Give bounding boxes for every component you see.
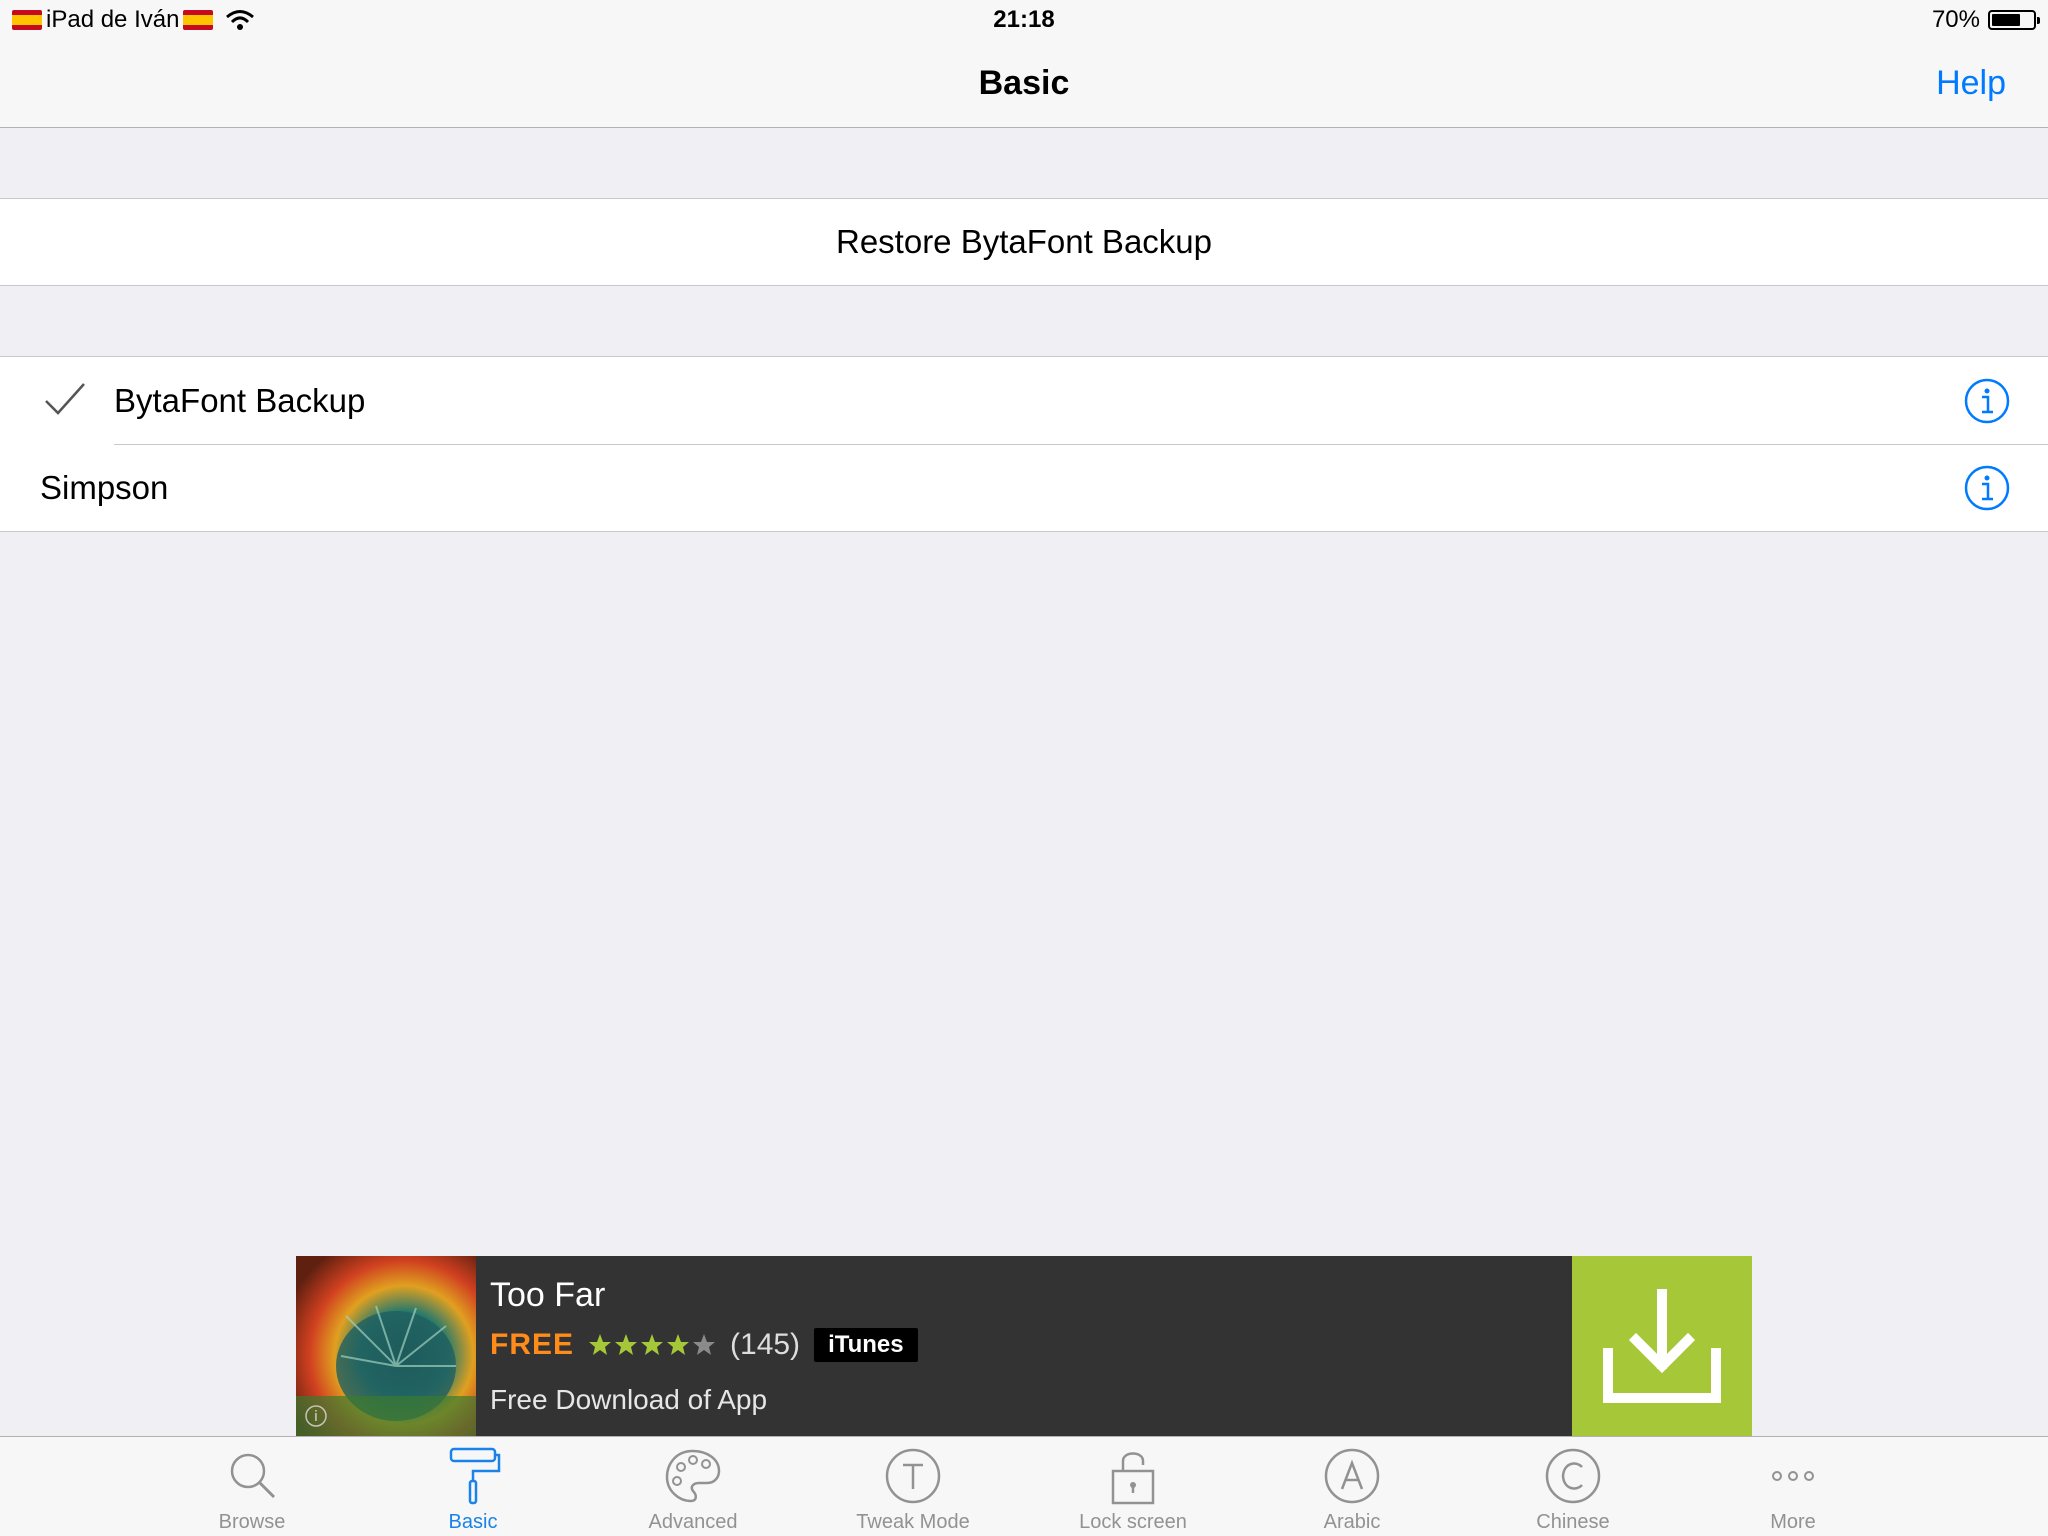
ad-meta: FREE (145) iTunes	[490, 1328, 918, 1362]
checkmark-icon	[45, 383, 85, 415]
tab-label: Basic	[448, 1511, 498, 1533]
font-item-simpson[interactable]: Simpson	[0, 444, 2048, 531]
download-icon	[1603, 1289, 1721, 1403]
star-icon	[615, 1334, 638, 1355]
help-button[interactable]: Help	[1936, 64, 2006, 103]
tab-lock-screen[interactable]: Lock screen	[1053, 1437, 1213, 1536]
battery-icon	[1988, 10, 2040, 30]
battery-percent: 70%	[1931, 6, 1980, 33]
tab-label: Arabic	[1323, 1511, 1381, 1533]
tab-chinese[interactable]: Chinese	[1493, 1437, 1653, 1536]
letter-c-icon	[1545, 1448, 1601, 1504]
rating-stars	[588, 1333, 716, 1357]
font-item-label: BytaFont Backup	[114, 381, 366, 419]
tab-label: More	[1770, 1511, 1816, 1533]
tab-tweak-mode[interactable]: Tweak Mode	[833, 1437, 993, 1536]
tab-label: Lock screen	[1079, 1511, 1187, 1533]
ad-banner[interactable]: i Too Far FREE (145) iTunes Free Downloa…	[296, 1256, 1752, 1436]
status-bar: iPad de Iván 21:18 70%	[0, 0, 2048, 40]
star-icon	[589, 1334, 612, 1355]
font-item-bytafont-backup[interactable]: BytaFont Backup	[0, 357, 2048, 444]
info-icon[interactable]	[1964, 465, 2010, 511]
tab-advanced[interactable]: Advanced	[613, 1437, 773, 1536]
ad-subtitle: Free Download of App	[490, 1384, 768, 1415]
tab-browse[interactable]: Browse	[172, 1437, 332, 1536]
status-right: 70%	[1931, 6, 2040, 34]
search-icon	[230, 1453, 276, 1499]
ad-artwork: i	[296, 1256, 476, 1436]
page-title: Basic	[978, 64, 1070, 102]
tab-label: Advanced	[648, 1511, 738, 1533]
letter-t-icon	[885, 1448, 941, 1504]
tab-bar: Browse Basic Advanced Tweak Mode Lock sc…	[0, 1436, 2048, 1536]
restore-backup-button[interactable]: Restore BytaFont Backup	[0, 198, 2048, 286]
tab-more[interactable]: More	[1713, 1437, 1873, 1536]
tab-basic[interactable]: Basic	[393, 1437, 553, 1536]
battery-level	[1992, 14, 2020, 26]
store-badge: iTunes	[814, 1328, 918, 1362]
ad-price: FREE	[490, 1328, 575, 1361]
info-icon[interactable]	[1964, 378, 2010, 424]
rating-count: (145)	[730, 1328, 801, 1361]
tab-label: Chinese	[1536, 1511, 1610, 1533]
font-item-label: Simpson	[40, 468, 169, 506]
restore-backup-label: Restore BytaFont Backup	[835, 223, 1213, 260]
ad-title: Too Far	[490, 1276, 606, 1314]
ad-download-button[interactable]	[1572, 1256, 1752, 1436]
tab-label: Tweak Mode	[856, 1511, 970, 1533]
lock-icon	[1111, 1452, 1155, 1505]
palette-icon	[665, 1449, 721, 1503]
star-icon	[667, 1334, 690, 1355]
paint-roller-icon	[449, 1447, 501, 1505]
letter-a-icon	[1324, 1448, 1380, 1504]
font-list: BytaFont Backup Simpson	[0, 356, 2048, 532]
star-icon	[641, 1334, 664, 1355]
svg-text:i: i	[314, 1409, 318, 1425]
status-time: 21:18	[993, 6, 1055, 33]
star-icon	[693, 1334, 716, 1355]
tab-label: Browse	[218, 1511, 286, 1533]
more-icon	[1772, 1471, 1814, 1481]
navigation-bar: Basic Help	[0, 40, 2048, 128]
tab-arabic[interactable]: Arabic	[1272, 1437, 1432, 1536]
